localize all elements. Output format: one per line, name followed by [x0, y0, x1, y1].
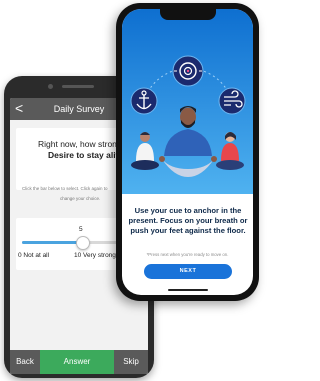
grounding-screen: Use your cue to anchor in the present. F… — [122, 9, 253, 295]
wind-icon — [218, 87, 246, 115]
meditation-illustration — [122, 9, 253, 194]
slider-thumb[interactable] — [76, 236, 90, 250]
question-line-2: Desire to stay alive — [48, 150, 126, 160]
instruction-line-2: change your choice. — [60, 196, 101, 201]
slider-value: 5 — [79, 226, 83, 233]
next-button[interactable]: NEXT — [144, 264, 232, 279]
header-title: Daily Survey — [53, 104, 105, 114]
slider-max-label: 10 Very strong — [74, 252, 116, 259]
target-icon — [172, 55, 204, 87]
back-arrow-icon[interactable]: < — [15, 98, 23, 118]
front-camera — [48, 84, 53, 89]
slider-min-label: 0 Not at all — [18, 252, 50, 259]
instruction-line-1: Click the bar below to select. Click aga… — [22, 186, 108, 191]
home-indicator — [168, 289, 208, 291]
answer-button[interactable]: Answer — [40, 350, 114, 374]
grounding-message: Use your cue to anchor in the present. F… — [128, 206, 248, 235]
iphone: Use your cue to anchor in the present. F… — [116, 3, 259, 301]
anchor-icon — [130, 87, 158, 115]
skip-button[interactable]: Skip — [114, 350, 148, 374]
survey-footer: Back Answer Skip — [10, 350, 148, 374]
next-hint: *Press next when you're ready to move on… — [146, 252, 229, 257]
phone-notch — [160, 9, 216, 20]
speaker-grill — [62, 85, 94, 88]
back-button[interactable]: Back — [10, 350, 40, 374]
